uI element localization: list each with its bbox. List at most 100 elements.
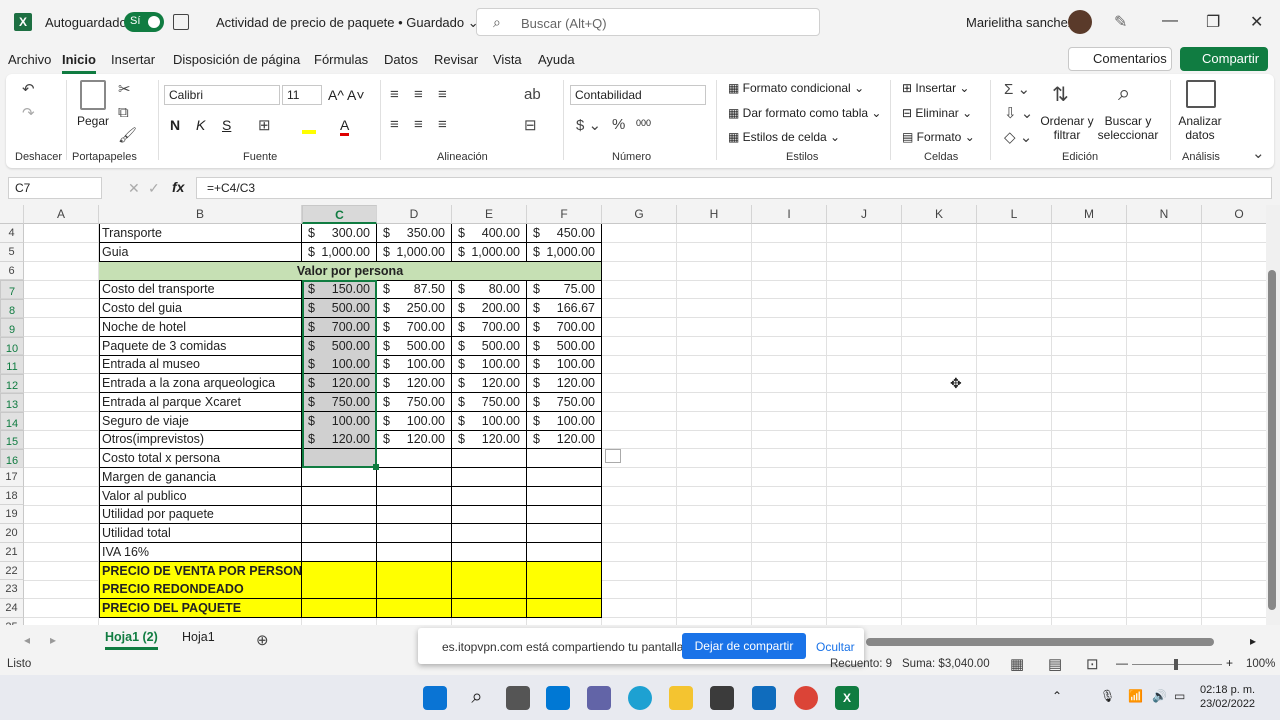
row-header-4[interactable]: 4 — [0, 224, 24, 243]
close-icon[interactable]: ✕ — [1250, 12, 1263, 32]
value-cell[interactable] — [527, 486, 602, 506]
value-cell[interactable]: $250.00 — [377, 299, 452, 318]
value-cell[interactable] — [302, 599, 377, 618]
menu-insertar[interactable]: Insertar — [111, 52, 155, 67]
value-cell[interactable] — [377, 542, 452, 562]
cell[interactable] — [902, 467, 977, 487]
value-cell[interactable]: $700.00 — [452, 317, 527, 337]
cell[interactable] — [1052, 224, 1127, 243]
cell[interactable] — [677, 280, 752, 300]
cell[interactable] — [602, 505, 677, 525]
cell[interactable] — [1127, 617, 1202, 625]
value-cell[interactable] — [452, 599, 527, 618]
value-cell[interactable]: $450.00 — [527, 224, 602, 243]
cell[interactable] — [1202, 524, 1266, 543]
cell[interactable] — [1202, 505, 1266, 525]
cell[interactable] — [1052, 299, 1127, 318]
value-cell[interactable]: $350.00 — [377, 224, 452, 243]
align-top-icon[interactable]: ≡ — [390, 86, 399, 103]
value-cell[interactable] — [527, 505, 602, 525]
value-cell[interactable]: $750.00 — [377, 392, 452, 412]
prev-sheet-icon[interactable]: ◂ — [24, 633, 30, 647]
cell[interactable] — [24, 467, 99, 487]
column-header-d[interactable]: D — [377, 205, 452, 224]
cell[interactable] — [1202, 580, 1266, 600]
cell[interactable] — [602, 580, 677, 600]
row-label-cell[interactable]: Transporte — [99, 224, 302, 243]
cell[interactable] — [1202, 393, 1266, 412]
cell[interactable] — [677, 299, 752, 318]
page-break-icon[interactable]: ⊡ — [1086, 655, 1099, 673]
cancel-formula-icon[interactable]: ✕ — [128, 180, 140, 197]
value-cell[interactable]: $100.00 — [377, 355, 452, 375]
sort-filter-button[interactable]: Ordenar y filtrar — [1040, 114, 1094, 142]
cell[interactable] — [1127, 261, 1202, 281]
wifi-icon[interactable]: 📶 — [1128, 689, 1143, 703]
cell[interactable] — [24, 411, 99, 431]
row-header-11[interactable]: 11 — [0, 355, 24, 374]
insert-cells-button[interactable]: ⊞ Insertar ⌄ — [902, 81, 969, 95]
value-cell[interactable]: $500.00 — [302, 336, 377, 356]
fill-color-icon[interactable] — [302, 130, 316, 134]
cell[interactable] — [1202, 599, 1266, 618]
align-left-icon[interactable]: ≡ — [390, 116, 399, 133]
cell[interactable] — [24, 505, 99, 525]
formula-input[interactable]: =+C4/C3 — [196, 177, 1272, 199]
cell[interactable] — [602, 486, 677, 506]
cell[interactable] — [752, 392, 827, 412]
cell[interactable] — [24, 355, 99, 375]
cell[interactable] — [1052, 599, 1127, 618]
column-header-g[interactable]: G — [602, 205, 677, 224]
row-header-10[interactable]: 10 — [0, 336, 24, 356]
search-box[interactable]: ⌕ Buscar (Alt+Q) — [476, 8, 820, 36]
cell[interactable] — [902, 411, 977, 431]
function-icon[interactable]: fx — [172, 179, 184, 195]
cell[interactable] — [24, 580, 99, 600]
minimize-icon[interactable]: — — [1162, 12, 1178, 30]
align-center-icon[interactable]: ≡ — [414, 116, 423, 133]
cell[interactable] — [602, 224, 677, 243]
value-cell[interactable] — [377, 486, 452, 506]
windows-start-icon[interactable] — [423, 686, 447, 710]
column-header-h[interactable]: H — [677, 205, 752, 224]
cell[interactable] — [24, 317, 99, 337]
row-label-cell[interactable]: IVA 16% — [99, 542, 302, 562]
value-cell[interactable] — [302, 467, 377, 487]
value-cell[interactable]: $166.67 — [527, 299, 602, 318]
value-cell[interactable] — [302, 505, 377, 525]
conditional-format-button[interactable]: ▦ Formato condicional ⌄ — [728, 81, 864, 95]
column-header-k[interactable]: K — [902, 205, 977, 224]
font-size-select[interactable]: 11 — [282, 85, 322, 105]
select-all-corner[interactable] — [0, 205, 24, 224]
cell[interactable] — [827, 430, 902, 450]
value-cell[interactable] — [302, 617, 377, 625]
currency-icon[interactable]: $ ⌄ — [576, 116, 601, 134]
cell[interactable] — [752, 355, 827, 375]
cell[interactable] — [602, 392, 677, 412]
value-cell[interactable] — [302, 580, 377, 600]
bold-icon[interactable]: N — [170, 117, 180, 133]
value-cell[interactable] — [377, 580, 452, 600]
row-label-cell[interactable]: Guia — [99, 242, 302, 262]
column-header-i[interactable]: I — [752, 205, 827, 224]
row-label-cell[interactable]: Paquete de 3 comidas — [99, 336, 302, 356]
chrome-icon[interactable] — [794, 686, 818, 710]
row-header-9[interactable]: 9 — [0, 317, 24, 337]
cell[interactable] — [977, 580, 1052, 600]
row-header-19[interactable]: 19 — [0, 505, 24, 524]
cell[interactable] — [752, 299, 827, 318]
borders-icon[interactable]: ⊞ — [258, 116, 271, 134]
cell[interactable] — [677, 561, 752, 581]
value-cell[interactable]: $500.00 — [302, 299, 377, 318]
row-header-12[interactable]: 12 — [0, 374, 24, 393]
cell[interactable] — [602, 430, 677, 450]
value-cell[interactable]: $100.00 — [302, 411, 377, 431]
cell[interactable] — [1127, 505, 1202, 525]
menu-revisar[interactable]: Revisar — [434, 52, 478, 67]
cell[interactable] — [902, 261, 977, 281]
row-label-cell[interactable]: Seguro de viaje — [99, 411, 302, 431]
cell[interactable] — [1127, 524, 1202, 543]
row-header-16[interactable]: 16 — [0, 449, 24, 468]
cell[interactable] — [602, 467, 677, 487]
maximize-icon[interactable]: ❐ — [1206, 12, 1220, 32]
